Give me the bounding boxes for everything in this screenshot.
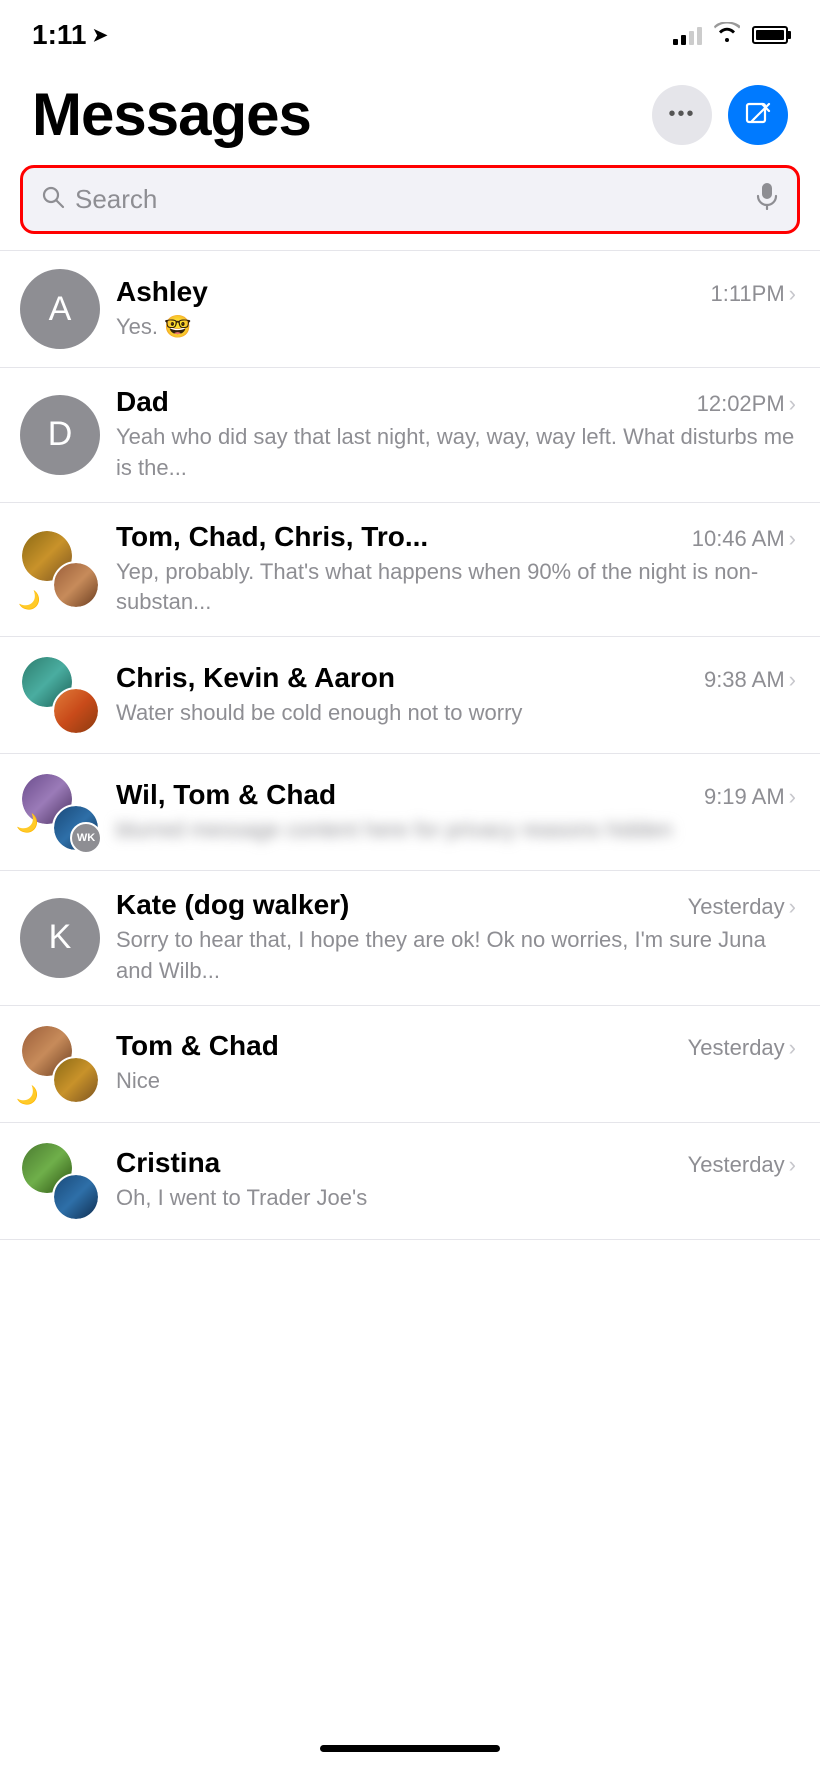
header: Messages ••• <box>0 60 820 165</box>
conv-preview-group1: Yep, probably. That's what happens when … <box>116 557 796 619</box>
conversation-item-tom-chad-chris[interactable]: 🌙 Tom, Chad, Chris, Tro... 10:46 AM › Ye… <box>0 503 820 638</box>
avatar-group-wil-tom-chad: 🌙 WK <box>20 772 100 852</box>
mute-moon-icon: 🌙 <box>18 590 40 611</box>
page-title: Messages <box>32 80 311 149</box>
conv-time-group1: 10:46 AM <box>692 526 785 552</box>
status-bar: 1:11 ➤ <box>0 0 820 60</box>
mic-icon[interactable] <box>755 182 779 217</box>
search-container: Search <box>0 165 820 250</box>
chevron-icon: › <box>789 1035 796 1061</box>
conv-name-dad: Dad <box>116 386 689 418</box>
conv-name-wil-tom-chad: Wil, Tom & Chad <box>116 779 696 811</box>
conv-name-kate: Kate (dog walker) <box>116 889 680 921</box>
header-buttons: ••• <box>652 85 788 145</box>
signal-bars <box>673 25 702 45</box>
conv-name-cristina: Cristina <box>116 1147 680 1179</box>
conversation-item-cristina[interactable]: Cristina Yesterday › Oh, I went to Trade… <box>0 1123 820 1240</box>
conv-preview-dad: Yeah who did say that last night, way, w… <box>116 422 796 484</box>
chevron-icon: › <box>789 526 796 552</box>
mute-moon-icon: 🌙 <box>16 1085 38 1106</box>
conversation-item-tom-chad[interactable]: 🌙 Tom & Chad Yesterday › Nice <box>0 1006 820 1123</box>
home-indicator <box>0 1729 820 1776</box>
conv-name-ashley: Ashley <box>116 276 702 308</box>
more-dots-icon: ••• <box>668 103 695 126</box>
conv-preview-chris-kevin-aaron: Water should be cold enough not to worry <box>116 698 796 729</box>
conv-preview-wil-tom-chad: blurred message content here for privacy… <box>116 815 796 846</box>
conv-name-tom-chad: Tom & Chad <box>116 1030 680 1062</box>
home-bar <box>320 1745 500 1752</box>
conv-name-chris-kevin-aaron: Chris, Kevin & Aaron <box>116 662 696 694</box>
conversation-item-chris-kevin-aaron[interactable]: Chris, Kevin & Aaron 9:38 AM › Water sho… <box>0 637 820 754</box>
compose-icon <box>744 101 772 129</box>
conv-time-dad: 12:02PM <box>697 391 785 417</box>
wifi-icon <box>714 22 740 48</box>
avatar-group-cristina <box>20 1141 100 1221</box>
chevron-icon: › <box>789 667 796 693</box>
avatar-group-tom-chad: 🌙 <box>20 1024 100 1104</box>
conv-time-tom-chad: Yesterday <box>688 1035 785 1061</box>
conv-time-chris-kevin-aaron: 9:38 AM <box>704 667 785 693</box>
conversation-list: A Ashley 1:11PM › Yes. 🤓 D Dad <box>0 251 820 1240</box>
compose-button[interactable] <box>728 85 788 145</box>
chevron-icon: › <box>789 391 796 417</box>
conversation-item-kate[interactable]: K Kate (dog walker) Yesterday › Sorry to… <box>0 871 820 1006</box>
conv-name-group1: Tom, Chad, Chris, Tro... <box>116 521 684 553</box>
conv-preview-kate: Sorry to hear that, I hope they are ok! … <box>116 925 796 987</box>
more-button[interactable]: ••• <box>652 85 712 145</box>
battery-icon <box>752 26 788 44</box>
conv-preview-cristina: Oh, I went to Trader Joe's <box>116 1183 796 1214</box>
avatar-group-tom-chad-chris: 🌙 <box>20 529 100 609</box>
chevron-icon: › <box>789 281 796 307</box>
avatar-group-chris-kevin-aaron <box>20 655 100 735</box>
time-display: 1:11 <box>32 19 87 51</box>
conv-time-cristina: Yesterday <box>688 1152 785 1178</box>
mute-moon-icon: 🌙 <box>16 813 38 834</box>
conversation-item-dad[interactable]: D Dad 12:02PM › Yeah who did say that la… <box>0 368 820 503</box>
conv-preview-tom-chad: Nice <box>116 1066 796 1097</box>
conv-preview-ashley: Yes. 🤓 <box>116 312 796 343</box>
status-icons <box>673 22 788 48</box>
conv-time-ashley: 1:11PM <box>710 281 784 307</box>
conv-time-wil-tom-chad: 9:19 AM <box>704 784 785 810</box>
avatar-dad: D <box>20 395 100 475</box>
search-icon <box>41 185 65 215</box>
status-time: 1:11 ➤ <box>32 19 108 51</box>
avatar-kate: K <box>20 898 100 978</box>
wk-badge: WK <box>70 822 102 854</box>
avatar-ashley: A <box>20 269 100 349</box>
chevron-icon: › <box>789 1152 796 1178</box>
conversation-item-ashley[interactable]: A Ashley 1:11PM › Yes. 🤓 <box>0 251 820 368</box>
location-arrow-icon: ➤ <box>93 25 108 46</box>
search-placeholder: Search <box>75 184 745 215</box>
search-bar[interactable]: Search <box>20 165 800 234</box>
chevron-icon: › <box>789 894 796 920</box>
conversation-item-wil-tom-chad[interactable]: 🌙 WK Wil, Tom & Chad 9:19 AM › blurred m… <box>0 754 820 871</box>
conv-time-kate: Yesterday <box>688 894 785 920</box>
chevron-icon: › <box>789 784 796 810</box>
